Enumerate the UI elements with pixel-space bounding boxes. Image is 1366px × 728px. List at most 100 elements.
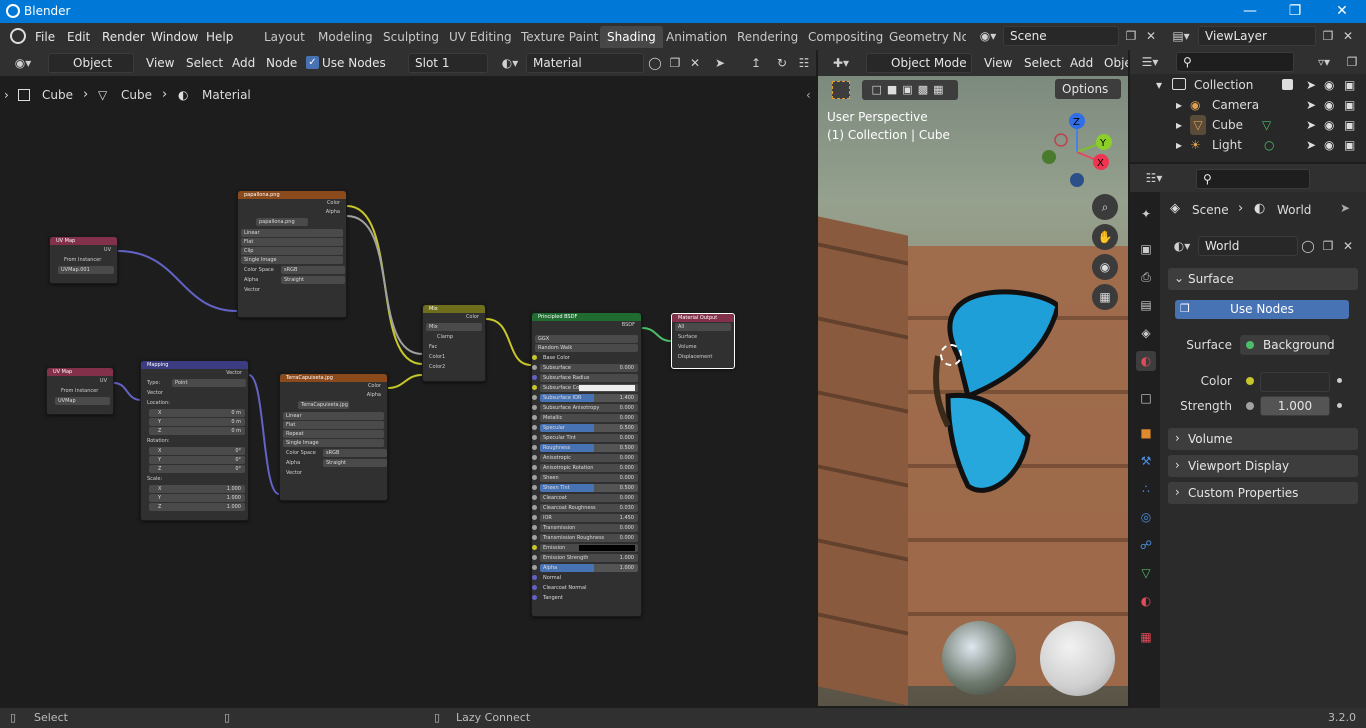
remove-view-layer-icon[interactable]: ✕ <box>1338 26 1358 46</box>
image-file-field[interactable]: papallona.png <box>256 218 308 226</box>
bsdf-input-subsurface-anisotropy[interactable]: Subsurface Anisotropy 0.000 <box>532 404 638 412</box>
camera-render-icon[interactable]: ▣ <box>1344 75 1355 95</box>
color-swatch[interactable] <box>1260 372 1330 392</box>
source-dropdown[interactable]: Single Image <box>241 256 343 264</box>
camera-render-icon[interactable]: ▣ <box>1344 95 1355 115</box>
scale-y-field[interactable]: Y 1.000 <box>149 494 245 502</box>
chevron-right-icon[interactable]: ▸ <box>1176 135 1182 155</box>
interpolation-dropdown[interactable]: Linear <box>283 412 384 420</box>
input-socket-icon[interactable] <box>532 415 537 420</box>
camera-view-icon[interactable]: ◉ <box>1092 254 1118 280</box>
viewport-editor-type-icon[interactable]: ✚▾ <box>826 53 856 73</box>
render-tab-icon[interactable]: ▣ <box>1136 239 1156 259</box>
extension-dropdown[interactable]: Repeat <box>283 430 384 438</box>
viewport-display-panel-header[interactable]: Viewport Display <box>1168 455 1358 477</box>
bsdf-input-subsurface-ior[interactable]: Subsurface IOR 1.400 <box>532 394 638 402</box>
close-button[interactable]: ✕ <box>1332 2 1352 20</box>
bsdf-input-clearcoat-roughness[interactable]: Clearcoat Roughness 0.030 <box>532 504 638 512</box>
input-socket-icon[interactable] <box>532 515 537 520</box>
scene-selector-icon[interactable]: ◉▾ <box>975 26 1001 46</box>
tool-tab-icon[interactable]: ✦ <box>1136 204 1156 224</box>
outliner-item-collection[interactable]: ▾ Collection ➤ ◉ ▣ <box>1130 75 1366 95</box>
use-nodes-button[interactable]: Use Nodes <box>1175 300 1349 319</box>
camera-render-icon[interactable]: ▣ <box>1344 115 1355 135</box>
from-instancer-checkbox[interactable]: From Instancer <box>50 255 117 265</box>
bsdf-input-subsurface-radius[interactable]: Subsurface Radius <box>532 374 638 382</box>
input-socket-icon[interactable] <box>532 405 537 410</box>
maximize-button[interactable]: ❐ <box>1285 2 1305 20</box>
from-instancer-checkbox[interactable]: From Instancer <box>47 386 113 396</box>
uv-map-field[interactable]: UVMap <box>55 397 110 405</box>
uv-map-field[interactable]: UVMap.001 <box>58 266 114 274</box>
input-socket-icon[interactable] <box>532 545 537 550</box>
input-socket-icon[interactable] <box>532 555 537 560</box>
bsdf-input-metallic[interactable]: Metallic 0.000 <box>532 414 638 422</box>
view-layer-icon[interactable]: ▤▾ <box>1168 26 1194 46</box>
particles-tab-icon[interactable]: ∴ <box>1136 479 1156 499</box>
type-dropdown[interactable]: Point <box>172 379 246 387</box>
world-browse-icon[interactable]: ◐▾ <box>1168 236 1196 256</box>
viewport-menu-view[interactable]: View <box>984 54 1012 72</box>
material-output-node[interactable]: Material Output All Surface Volume Displ… <box>671 313 735 369</box>
input-socket-icon[interactable] <box>532 565 537 570</box>
exclude-checkbox-icon[interactable] <box>1282 79 1293 90</box>
new-world-icon[interactable]: ❐ <box>1318 236 1338 256</box>
chevron-right-icon[interactable]: ▸ <box>1176 95 1182 115</box>
input-socket-icon[interactable] <box>532 425 537 430</box>
location-z-field[interactable]: Z 0 m <box>149 427 245 435</box>
image-texture-node[interactable]: TerraCapuixeta.jpg Color Alpha TerraCapu… <box>279 373 388 501</box>
subsurface-method-dropdown[interactable]: Random Walk <box>535 344 638 352</box>
uv-map-node[interactable]: UV Map UV From Instancer UVMap <box>46 367 114 415</box>
bsdf-input-normal[interactable]: Normal <box>532 574 638 582</box>
bsdf-input-alpha[interactable]: Alpha 1.000 <box>532 564 638 572</box>
bsdf-input-specular[interactable]: Specular 0.500 <box>532 424 638 432</box>
eye-icon[interactable]: ◉ <box>1324 95 1334 115</box>
location-y-field[interactable]: Y 0 m <box>149 418 245 426</box>
zoom-icon[interactable]: ⌕ <box>1092 194 1118 220</box>
color-space-dropdown[interactable]: sRGB <box>281 266 345 274</box>
surface-panel-header[interactable]: Surface <box>1168 268 1358 290</box>
new-view-layer-icon[interactable]: ❐ <box>1318 26 1338 46</box>
constraints-tab-icon[interactable]: ☍ <box>1136 535 1156 555</box>
bsdf-input-subsurface[interactable]: Subsurface 0.000 <box>532 364 638 372</box>
bsdf-input-subsurface-color[interactable]: Subsurface Color <box>532 384 638 392</box>
object-mode-dropdown[interactable]: Object Mode <box>866 53 972 73</box>
bsdf-input-sheen-tint[interactable]: Sheen Tint 0.500 <box>532 484 638 492</box>
bsdf-input-transmission[interactable]: Transmission 0.000 <box>532 524 638 532</box>
mix-node[interactable]: Mix Color Mix Clamp Fac Color1 Color2 <box>422 304 486 382</box>
select-arrow-icon[interactable]: ➤ <box>1306 75 1316 95</box>
location-x-field[interactable]: X 0 m <box>149 409 245 417</box>
selection-mode-toolbar[interactable]: □■▣▩▦ <box>862 80 958 100</box>
viewport-menu-object[interactable]: Obje <box>1104 54 1128 72</box>
texture-tab-icon[interactable]: ▦ <box>1136 627 1156 647</box>
new-collection-icon[interactable]: ❐ <box>1342 52 1362 72</box>
eye-icon[interactable]: ◉ <box>1324 135 1334 155</box>
filter-icon[interactable]: ▿▾ <box>1310 52 1338 72</box>
input-socket-icon[interactable] <box>532 465 537 470</box>
image-texture-node[interactable]: papallona.png Color Alpha papallona.png … <box>237 190 347 318</box>
keyframe-dot-icon[interactable] <box>1337 378 1342 383</box>
input-socket-icon[interactable] <box>532 595 537 600</box>
image-file-field[interactable]: TerraCapuixeta.jpg <box>298 401 349 409</box>
outliner-item-cube[interactable]: ▸ ▽ Cube ▽ ➤ ◉ ▣ <box>1130 115 1366 135</box>
alpha-dropdown[interactable]: Straight <box>281 276 345 284</box>
physics-tab-icon[interactable]: ◎ <box>1136 507 1156 527</box>
remove-scene-icon[interactable]: ✕ <box>1141 26 1161 46</box>
interpolation-dropdown[interactable]: Linear <box>241 229 343 237</box>
unlink-world-icon[interactable]: ✕ <box>1338 236 1358 256</box>
bsdf-input-emission-strength[interactable]: Emission Strength 1.000 <box>532 554 638 562</box>
input-socket-icon[interactable] <box>532 585 537 590</box>
bsdf-input-sheen[interactable]: Sheen 0.000 <box>532 474 638 482</box>
bsdf-input-tangent[interactable]: Tangent <box>532 594 638 602</box>
world-name-field[interactable]: World <box>1198 236 1298 256</box>
color-swatch[interactable] <box>579 385 635 391</box>
minimize-button[interactable]: — <box>1240 2 1260 20</box>
target-dropdown[interactable]: All <box>675 323 731 331</box>
uv-map-node[interactable]: UV Map UV From Instancer UVMap.001 <box>49 236 118 284</box>
modifier-tab-icon[interactable]: ⚒ <box>1136 451 1156 471</box>
data-tab-icon[interactable]: ▽ <box>1136 563 1156 583</box>
chevron-down-icon[interactable]: ▾ <box>1156 75 1162 95</box>
properties-editor-type-icon[interactable]: ☷▾ <box>1140 168 1168 188</box>
rotation-y-field[interactable]: Y 0° <box>149 456 245 464</box>
scale-x-field[interactable]: X 1.000 <box>149 485 245 493</box>
